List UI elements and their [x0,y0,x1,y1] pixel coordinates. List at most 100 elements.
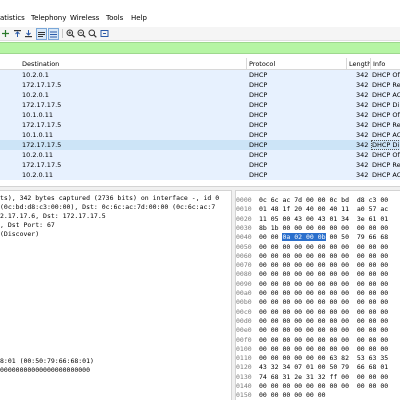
hex-bytes: 0c 6c ac 7d 00 00 0c bd d8 c3 00 [259,196,389,204]
cell-info: DHCP Of [372,111,400,119]
cell-protocol: DHCP [249,111,268,119]
align-bottom-icon[interactable] [24,28,33,38]
cell-destination: 172.17.17.5 [22,141,62,149]
table-row[interactable]: 10.2.0.1 DHCP 342 DHCP Of [0,70,400,80]
table-row[interactable]: 10.2.0.11 DHCP 342 DHCP AC [0,170,400,180]
hex-bytes: 00 00 00 00 00 00 00 00 00 00 00 [259,279,389,288]
display-filter-bar[interactable] [0,42,400,54]
toolbar-separator [62,29,63,38]
zoom-reset-icon[interactable] [88,28,97,38]
hex-offset: 0120 [236,363,252,372]
hex-bytes: 00 00 00 00 00 00 [259,391,326,400]
table-row[interactable]: 172.17.17.5 DHCP 342 DHCP Re [0,160,400,170]
cell-length: 342 [356,131,369,139]
detail-tree-item[interactable]: (0c:bd:d8:c3:00:00), Dst: 0c:6c:ac:7d:00… [0,203,230,211]
menu-telephony[interactable]: Telephony [31,14,66,22]
cell-length: 342 [356,171,369,179]
pane-splitter[interactable] [0,186,400,191]
hex-bytes: 11 05 00 43 00 43 01 34 3e 61 01 [259,214,389,223]
cell-protocol: DHCP [249,81,268,89]
cell-protocol: DHCP [249,151,268,159]
colorize-icon[interactable] [36,28,47,40]
cell-info: DHCP Of [372,71,400,79]
column-divider[interactable] [246,58,247,69]
hex-offset: 00d0 [236,316,252,325]
hex-bytes: 01 48 1f 20 40 00 40 11 a0 57 ac [259,205,389,214]
zoom-out-icon[interactable] [77,28,86,38]
table-row[interactable]: 10.1.0.11 DHCP 342 DHCP AC [0,130,400,140]
move-icon[interactable] [1,28,10,38]
hex-offset: 00c0 [236,307,252,316]
main-toolbar [0,27,400,41]
packet-list-header: Destination Protocol Length Info [0,58,400,70]
cell-length: 342 [356,121,369,129]
hex-bytes: 00 00 00 00 00 00 00 00 00 00 00 [259,307,389,316]
menu-wireless[interactable]: Wireless [70,14,99,22]
detail-tree-item[interactable]: , Dst Port: 67 [0,221,230,229]
detail-tree-item[interactable]: (Discover) [0,230,230,238]
hex-bytes: 00 00 00 00 00 00 00 00 00 00 00 [259,270,389,279]
cell-info: DHCP Of [372,151,400,159]
hex-bytes-post: 00 50 79 66 68 [325,233,389,242]
column-divider[interactable] [346,58,347,69]
cell-info: DHCP Re [372,121,400,129]
hex-offset: 0080 [236,270,252,279]
hex-offset: 0060 [236,251,252,260]
table-row[interactable]: 10.2.0.11 DHCP 342 DHCP Of [0,150,400,160]
column-protocol[interactable]: Protocol [249,60,275,68]
table-row[interactable]: 172.17.17.5 DHCP 342 DHCP Di [0,140,400,150]
cell-protocol: DHCP [249,141,268,149]
cell-length: 342 [356,151,369,159]
hex-bytes: 74 68 31 2e 31 32 ff 00 00 00 00 [259,372,389,381]
cell-destination: 172.17.17.5 [22,121,62,129]
hex-offset: 0130 [236,372,252,381]
cell-info: DHCP Di [371,140,400,150]
hex-offset: 0030 [236,223,252,232]
menu-statistics[interactable]: atistics [0,14,25,22]
list-icon[interactable] [48,28,59,40]
column-length[interactable]: Length [349,60,371,68]
hex-bytes: 00 00 00 00 00 00 00 00 00 00 00 [259,242,389,251]
cell-protocol: DHCP [249,91,268,99]
hex-bytes: 00 00 0a 02 00 0b 00 50 79 66 68 [259,233,389,242]
detail-tree-item[interactable]: 2.17.17.6, Dst: 172.17.17.5 [0,212,230,220]
packet-details-pane: ts), 342 bytes captured (2736 bits) on i… [0,194,230,344]
hex-bytes: 00 00 00 00 00 00 00 00 00 00 00 [259,335,389,344]
column-destination[interactable]: Destination [22,60,59,68]
hex-offset: 0010 [236,205,252,214]
hex-offset: 0140 [236,382,252,390]
cell-destination: 10.2.0.11 [22,151,54,159]
hex-bytes: 00 00 00 00 00 00 00 00 00 00 00 [259,326,389,335]
hex-bytes: 8b 1b 00 00 00 00 00 00 00 00 00 [259,223,389,232]
hex-offset: 0000 [236,196,252,204]
hex-offset: 0110 [236,354,252,363]
table-row[interactable]: 172.17.17.5 DHCP 342 DHCP Re [0,80,400,90]
hex-offset: 00a0 [236,289,252,297]
table-row[interactable]: 10.2.0.1 DHCP 342 DHCP AC [0,90,400,100]
cell-destination: 10.1.0.11 [22,111,54,119]
cell-destination: 10.1.0.11 [22,131,54,139]
align-top-icon[interactable] [13,28,22,38]
field-info-line: 00000000000000000000000 [0,366,91,374]
table-row[interactable]: 172.17.17.5 DHCP 342 DHCP Di [0,100,400,110]
column-divider[interactable] [370,58,371,69]
menu-tools[interactable]: Tools [106,14,123,22]
hex-offset: 0090 [236,279,252,288]
cell-info: DHCP Re [372,81,400,89]
zoom-in-icon[interactable] [66,28,75,38]
hex-offset: 0020 [236,214,252,223]
hex-bytes: 00 00 00 00 00 00 00 00 00 00 00 [259,382,389,390]
resize-icon[interactable] [100,28,109,38]
packet-list: 10.2.0.1 DHCP 342 DHCP Of 172.17.17.5 DHCP 342… [0,70,400,180]
cell-length: 342 [356,81,369,89]
cell-protocol: DHCP [249,101,268,109]
table-row[interactable]: 172.17.17.5 DHCP 342 DHCP Re [0,120,400,130]
hex-bytes: 00 00 00 00 00 00 00 00 00 00 00 [259,289,389,297]
menu-help[interactable]: Help [131,14,147,22]
column-info[interactable]: Info [373,60,385,68]
cell-destination: 10.2.0.1 [22,91,49,99]
cell-length: 342 [356,71,369,79]
table-row[interactable]: 10.1.0.11 DHCP 342 DHCP Of [0,110,400,120]
cell-protocol: DHCP [249,71,268,79]
detail-tree-item[interactable]: ts), 342 bytes captured (2736 bits) on i… [0,194,230,202]
